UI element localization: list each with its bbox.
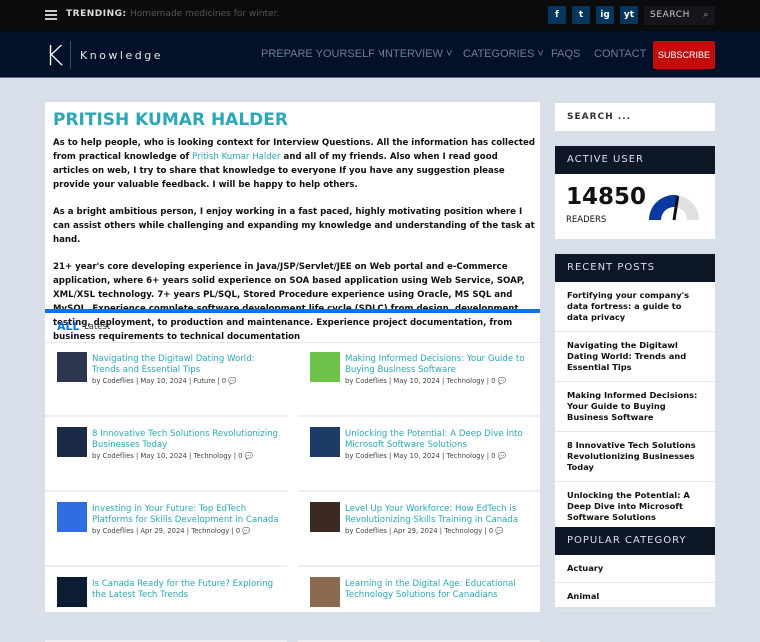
post-thumbnail[interactable] xyxy=(310,577,340,607)
post-item: Investing in Your Future: Top EdTech Pla… xyxy=(45,492,287,567)
nav-label: CATEGORIES xyxy=(463,48,535,60)
top-search-input[interactable]: SEARCH ⌕ xyxy=(644,6,715,25)
post-meta: by Codeflies | May 10, 2024 | Technology… xyxy=(345,377,507,385)
nav-faqs[interactable]: FAQS xyxy=(551,48,580,60)
post-item: Unlocking the Potential: A Deep Dive int… xyxy=(298,417,540,492)
post-meta: by Codeflies | May 10, 2024 | Technology… xyxy=(92,452,254,460)
nav-label: PREPARE YOURSELF xyxy=(261,48,375,60)
trending[interactable]: TRENDING: Homemade medicines for winter. xyxy=(66,9,279,19)
intro-paragraph: As a bright ambitious person, I enjoy wo… xyxy=(53,207,535,245)
post-item: Is Canada Ready for the Future? Explorin… xyxy=(45,567,287,642)
post-thumbnail[interactable] xyxy=(57,427,87,457)
post-title[interactable]: Unlocking the Potential: A Deep Dive int… xyxy=(345,429,535,451)
intro-text: As to help people, who is looking contex… xyxy=(53,136,535,357)
post-item: Learning in the Digital Age: Educational… xyxy=(298,567,540,642)
post-thumbnail[interactable] xyxy=(310,502,340,532)
main-nav: K Knowledge PREPARE YOURSELF ˅ INTERVIEW… xyxy=(0,31,760,78)
post-item: Level Up Your Workforce: How EdTech is R… xyxy=(298,492,540,567)
menu-icon[interactable] xyxy=(45,10,57,20)
nav-interview[interactable]: INTERVIEW ˅ xyxy=(382,48,452,60)
widget-title: RECENT POSTS xyxy=(555,254,715,282)
instagram-icon[interactable]: ig xyxy=(596,6,614,24)
readers-label: READERS xyxy=(566,215,607,225)
recent-post-link[interactable]: 8 Innovative Tech Solutions Revolutioniz… xyxy=(555,432,715,482)
nav-contact[interactable]: CONTACT xyxy=(594,48,646,60)
nav-categories[interactable]: CATEGORIES ˅ xyxy=(463,48,544,60)
nav-prepare-yourself[interactable]: PREPARE YOURSELF ˅ xyxy=(261,48,384,60)
top-bar: TRENDING: Homemade medicines for winter.… xyxy=(0,0,760,31)
recent-post-link[interactable]: Fortifying your company's data fortress:… xyxy=(555,282,715,332)
recent-post-link[interactable]: Navigating the Digitawl Dating World: Tr… xyxy=(555,332,715,382)
post-title[interactable]: Navigating the Digitawl Dating World: Tr… xyxy=(92,354,282,376)
tab-all[interactable]: ALL xyxy=(57,320,80,333)
sidebar-search-input[interactable]: SEARCH ... xyxy=(555,103,715,131)
post-title[interactable]: Level Up Your Workforce: How EdTech is R… xyxy=(345,504,535,526)
post-meta: by Codeflies | May 10, 2024 | Future | 0… xyxy=(92,377,237,385)
search-placeholder: SEARCH ... xyxy=(567,112,632,122)
chevron-down-icon: ˅ xyxy=(537,48,544,60)
post-title[interactable]: Is Canada Ready for the Future? Explorin… xyxy=(92,579,282,601)
post-meta: by Codeflies | May 10, 2024 | Technology… xyxy=(345,452,507,460)
widget-title: ACTIVE USER xyxy=(555,146,715,174)
page-title: PRITISH KUMAR HALDER xyxy=(53,110,288,130)
facebook-icon[interactable]: f xyxy=(548,6,566,24)
trending-label: TRENDING: xyxy=(66,9,127,19)
search-label: SEARCH xyxy=(650,10,691,20)
post-thumbnail[interactable] xyxy=(57,577,87,607)
post-item: Navigating the Digitawl Dating World: Tr… xyxy=(45,342,287,417)
post-thumbnail[interactable] xyxy=(57,502,87,532)
post-title[interactable]: Learning in the Digital Age: Educational… xyxy=(345,579,535,601)
divider xyxy=(45,309,540,313)
post-meta: by Codeflies | Apr 29, 2024 | Technology… xyxy=(345,527,504,535)
logo-letter[interactable]: K xyxy=(45,39,63,72)
gauge-icon xyxy=(649,195,699,221)
category-link[interactable]: Animal xyxy=(555,583,715,611)
popular-category-widget: POPULAR CATEGORY Actuary Animal xyxy=(555,527,715,611)
recent-post-link[interactable]: Unlocking the Potential: A Deep Dive int… xyxy=(555,482,715,532)
widget-title: POPULAR CATEGORY xyxy=(555,527,715,555)
youtube-icon[interactable]: yt xyxy=(620,6,638,24)
post-thumbnail[interactable] xyxy=(310,352,340,382)
intro-paragraph: 21+ year's core developing experience in… xyxy=(53,262,525,342)
tab-latest[interactable]: Latest xyxy=(84,322,110,332)
post-title[interactable]: 8 Innovative Tech Solutions Revolutioniz… xyxy=(92,429,282,451)
search-icon[interactable]: ⌕ xyxy=(703,6,709,25)
post-item: Making Informed Decisions: Your Guide to… xyxy=(298,342,540,417)
post-item: 8 Innovative Tech Solutions Revolutioniz… xyxy=(45,417,287,492)
recent-post-link[interactable]: Making Informed Decisions: Your Guide to… xyxy=(555,382,715,432)
logo-divider xyxy=(70,41,71,69)
post-thumbnail[interactable] xyxy=(310,427,340,457)
subscribe-button[interactable]: SUBSCRIBE xyxy=(653,41,715,69)
category-link[interactable]: Actuary xyxy=(555,555,715,583)
twitter-icon[interactable]: t xyxy=(572,6,590,24)
post-title[interactable]: Making Informed Decisions: Your Guide to… xyxy=(345,354,535,376)
chevron-down-icon: ˅ xyxy=(445,48,453,60)
nav-label: INTERVIEW xyxy=(382,48,443,60)
logo-text[interactable]: Knowledge xyxy=(80,49,163,62)
post-meta: by Codeflies | Apr 29, 2024 | Technology… xyxy=(92,527,251,535)
main-content: PRITISH KUMAR HALDER As to help people, … xyxy=(45,102,540,642)
post-thumbnail[interactable] xyxy=(57,352,87,382)
active-user-widget: ACTIVE USER 14850 READERS xyxy=(555,146,715,239)
readers-count: 14850 xyxy=(566,184,647,210)
author-link[interactable]: Pritish Kumar Halder xyxy=(192,152,280,162)
post-title[interactable]: Investing in Your Future: Top EdTech Pla… xyxy=(92,504,282,526)
trending-link[interactable]: Homemade medicines for winter. xyxy=(130,9,279,19)
recent-posts-widget: RECENT POSTS Fortifying your company's d… xyxy=(555,254,715,532)
